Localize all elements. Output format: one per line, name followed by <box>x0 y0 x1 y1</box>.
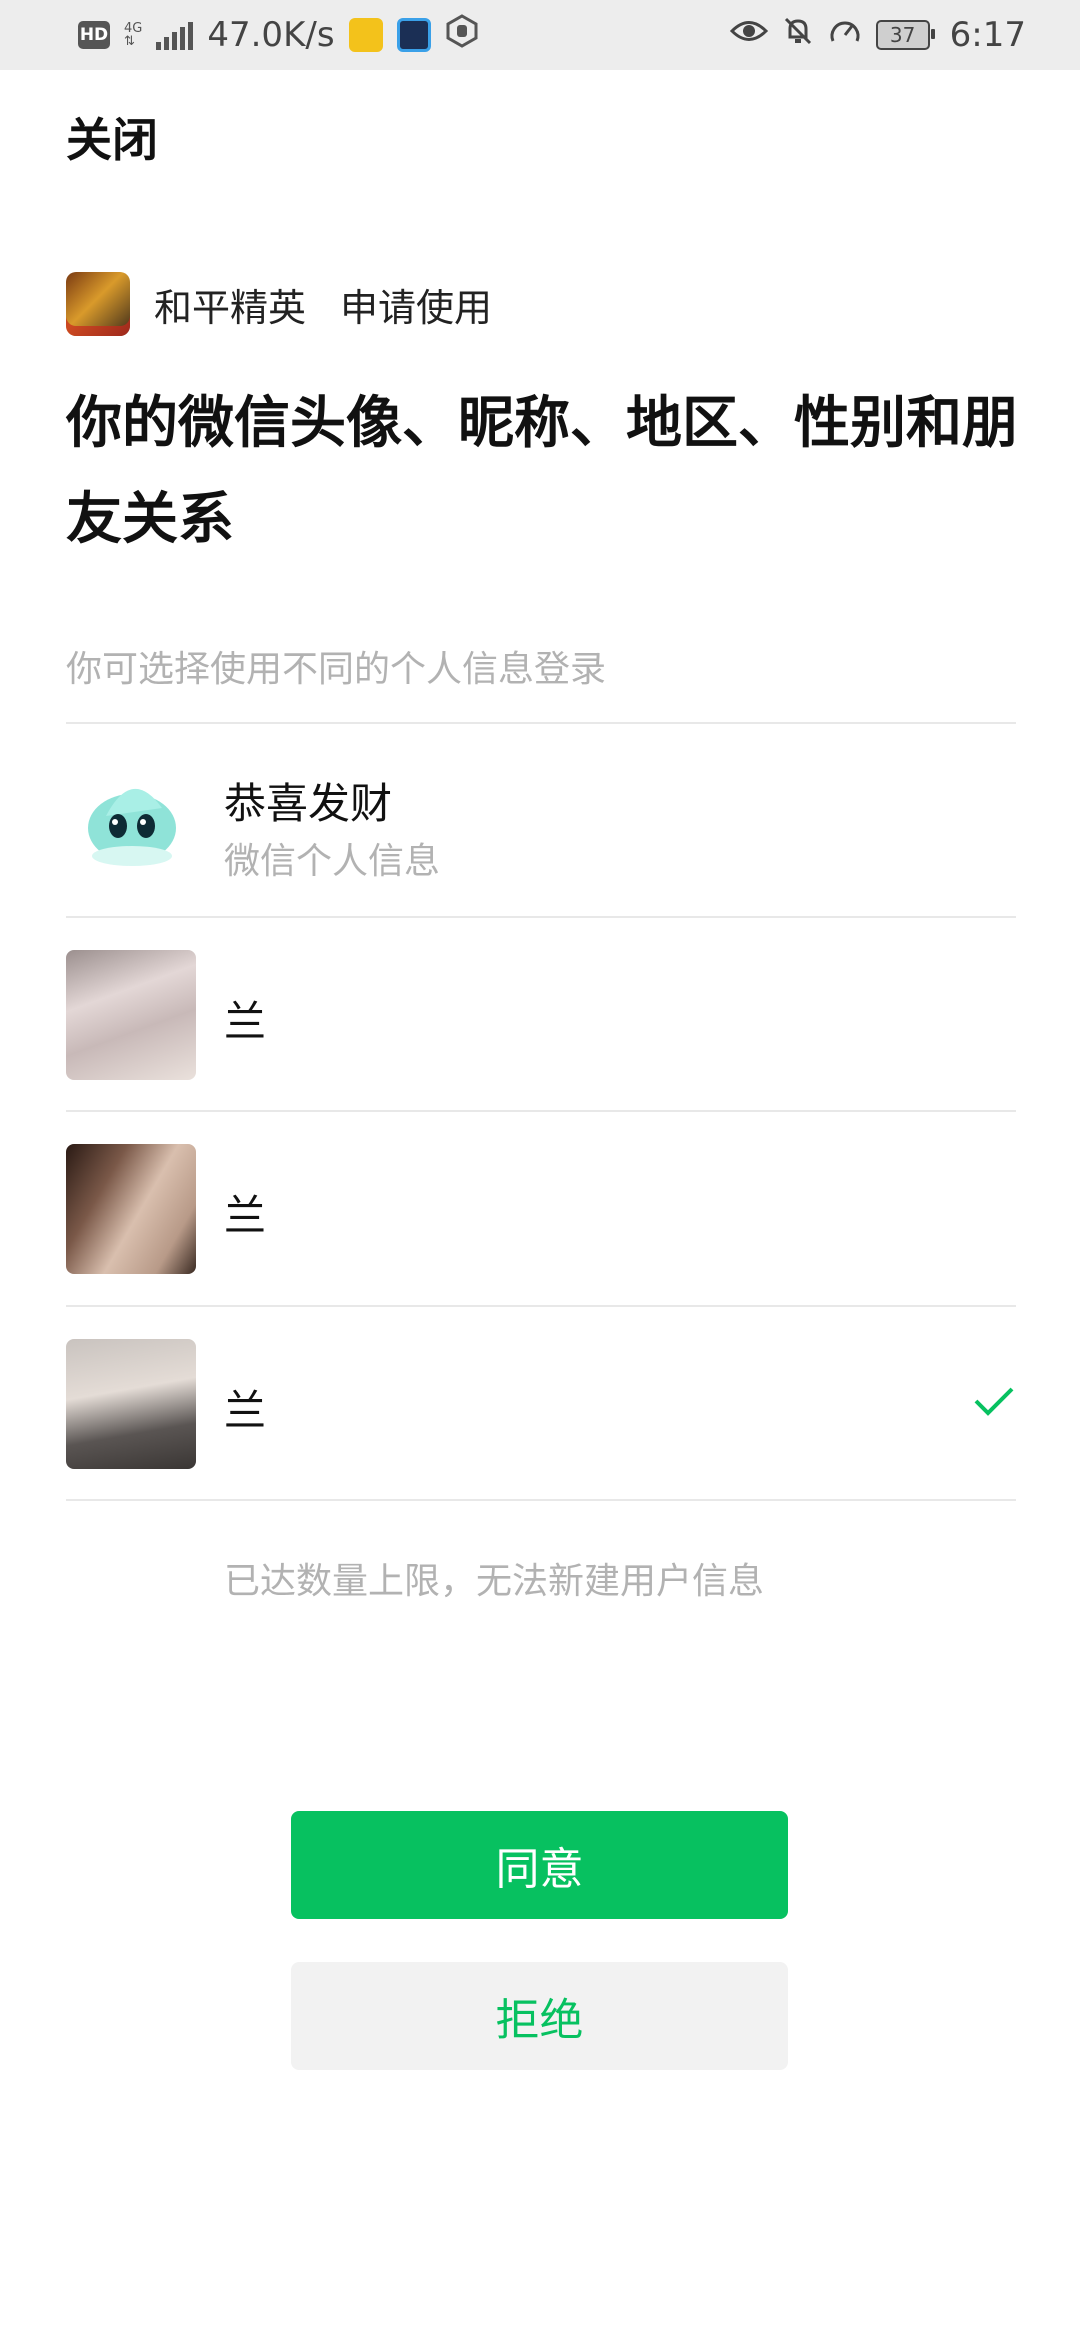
signal-icon <box>156 20 194 50</box>
avatar <box>66 756 196 886</box>
profile-option-2[interactable]: 兰 <box>66 1110 1016 1304</box>
network-type: 4G ⇅ <box>124 22 142 48</box>
status-bar-left: HD 4G ⇅ 47.0K/s <box>78 13 479 57</box>
profile-option-wechat[interactable]: 恭喜发财 微信个人信息 <box>66 722 1016 916</box>
agree-button[interactable]: 同意 <box>291 1811 788 1919</box>
profile-option-1[interactable]: 兰 <box>66 916 1016 1110</box>
status-bar: HD 4G ⇅ 47.0K/s 37 6:17 <box>0 0 1080 70</box>
avatar <box>66 950 196 1080</box>
network-speed: 47.0K/s <box>207 15 335 55</box>
profile-subtitle: 微信个人信息 <box>224 841 441 882</box>
permission-headline: 你的微信头像、昵称、地区、性别和朋友关系 <box>66 391 1018 552</box>
profile-name: 恭喜发财 <box>224 779 393 828</box>
profile-name: 兰 <box>224 1386 267 1435</box>
app-name: 和平精英 <box>154 285 307 330</box>
speedometer-icon <box>828 15 862 56</box>
battery-icon: 37 <box>875 20 935 50</box>
requesting-app: 和平精英 申请使用 <box>66 272 492 336</box>
close-button[interactable]: 关闭 <box>66 104 158 170</box>
profile-hint: 你可选择使用不同的个人信息登录 <box>66 649 607 690</box>
clock: 6:17 <box>949 15 1026 55</box>
avatar <box>66 1339 196 1469</box>
status-bar-right: 37 6:17 <box>729 15 1026 56</box>
notification-app-icon <box>348 18 383 52</box>
checkmark-icon <box>972 1379 1016 1423</box>
bell-muted-icon <box>782 15 814 56</box>
reject-button[interactable]: 拒绝 <box>291 1962 788 2070</box>
profile-name: 兰 <box>224 997 267 1046</box>
avatar <box>66 1144 196 1274</box>
hand-shield-icon <box>445 13 479 57</box>
hd-badge: HD <box>78 21 110 49</box>
list-divider <box>66 1499 1016 1501</box>
limit-note: 已达数量上限，无法新建用户信息 <box>224 1561 765 1602</box>
request-text: 申请使用 <box>340 285 493 330</box>
profile-name: 兰 <box>224 1191 267 1240</box>
notification-app-icon <box>396 18 431 52</box>
data-arrows-icon: ⇅ <box>124 34 135 49</box>
profile-option-3[interactable]: 兰 <box>66 1305 1016 1499</box>
eye-icon <box>729 15 768 55</box>
battery-level: 37 <box>889 23 916 47</box>
game-app-icon <box>66 272 130 336</box>
